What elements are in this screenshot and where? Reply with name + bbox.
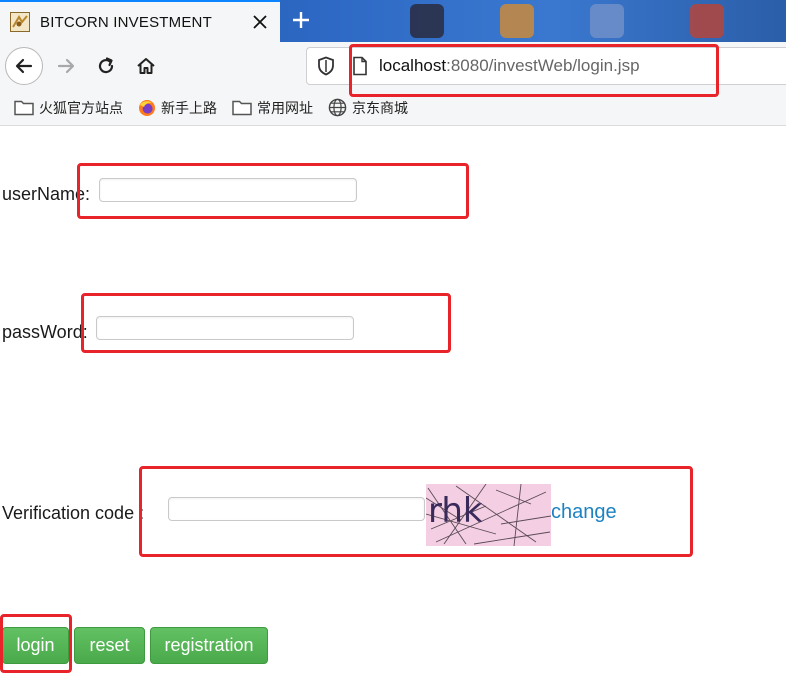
new-tab-button[interactable] [287,6,315,34]
active-tab[interactable]: BITCORN INVESTMENT [0,0,280,42]
verification-code-input[interactable] [168,497,425,521]
shield-icon[interactable] [315,55,337,77]
password-input[interactable] [96,316,354,340]
forward-button[interactable] [47,47,85,85]
url-text: localhost:8080/investWeb/login.jsp [379,56,640,76]
url-path: :8080/investWeb/login.jsp [446,56,640,75]
change-captcha-link[interactable]: change [551,501,617,524]
firefox-icon [139,99,155,116]
page-info-icon[interactable] [351,55,369,77]
globe-icon [328,98,347,117]
background-decoration [690,4,724,38]
bookmark-label: 火狐官方站点 [39,100,123,117]
verification-code-label: Verification code : [2,503,145,523]
bookmark-item[interactable]: 新手上路 [138,98,217,118]
background-decoration [500,4,534,38]
bookmark-item[interactable]: 火狐官方站点 [14,98,123,118]
background-decoration [410,4,444,38]
address-bar[interactable]: localhost:8080/investWeb/login.jsp [306,47,786,85]
folder-icon [232,100,252,116]
reload-icon [98,57,114,74]
captcha-image[interactable]: rhk [426,484,551,546]
arrow-right-icon [57,58,75,74]
arrow-left-icon [15,58,33,74]
bookmark-item[interactable]: 常用网址 [232,98,313,118]
username-label: userName: [2,184,91,204]
bookmark-label: 京东商城 [352,100,408,117]
reset-button[interactable]: reset [74,627,145,664]
plus-icon [293,12,309,28]
tab-strip: BITCORN INVESTMENT [0,0,786,42]
password-label: passWord: [2,322,88,342]
back-button[interactable] [5,47,43,85]
navigation-toolbar: localhost:8080/investWeb/login.jsp [0,42,786,90]
background-decoration [590,4,624,38]
registration-button[interactable]: registration [150,627,268,664]
url-host: localhost [379,56,447,75]
login-button[interactable]: login [2,627,69,664]
tab-title: BITCORN INVESTMENT [40,13,212,31]
captcha-text: rhk [428,491,483,531]
folder-icon [14,100,34,116]
home-icon [137,58,155,74]
bookmark-label: 常用网址 [257,100,313,117]
bookmarks-toolbar: 火狐官方站点 新手上路 常用网址 京东商城 [0,90,786,126]
login-page: userName: passWord: Verification code : … [0,127,786,675]
bookmark-item[interactable]: 京东商城 [328,98,408,118]
site-favicon-icon [10,12,30,32]
close-tab-icon[interactable] [250,12,270,32]
username-input[interactable] [99,178,357,202]
bookmark-label: 新手上路 [161,100,217,117]
home-button[interactable] [127,47,165,85]
reload-button[interactable] [87,47,125,85]
